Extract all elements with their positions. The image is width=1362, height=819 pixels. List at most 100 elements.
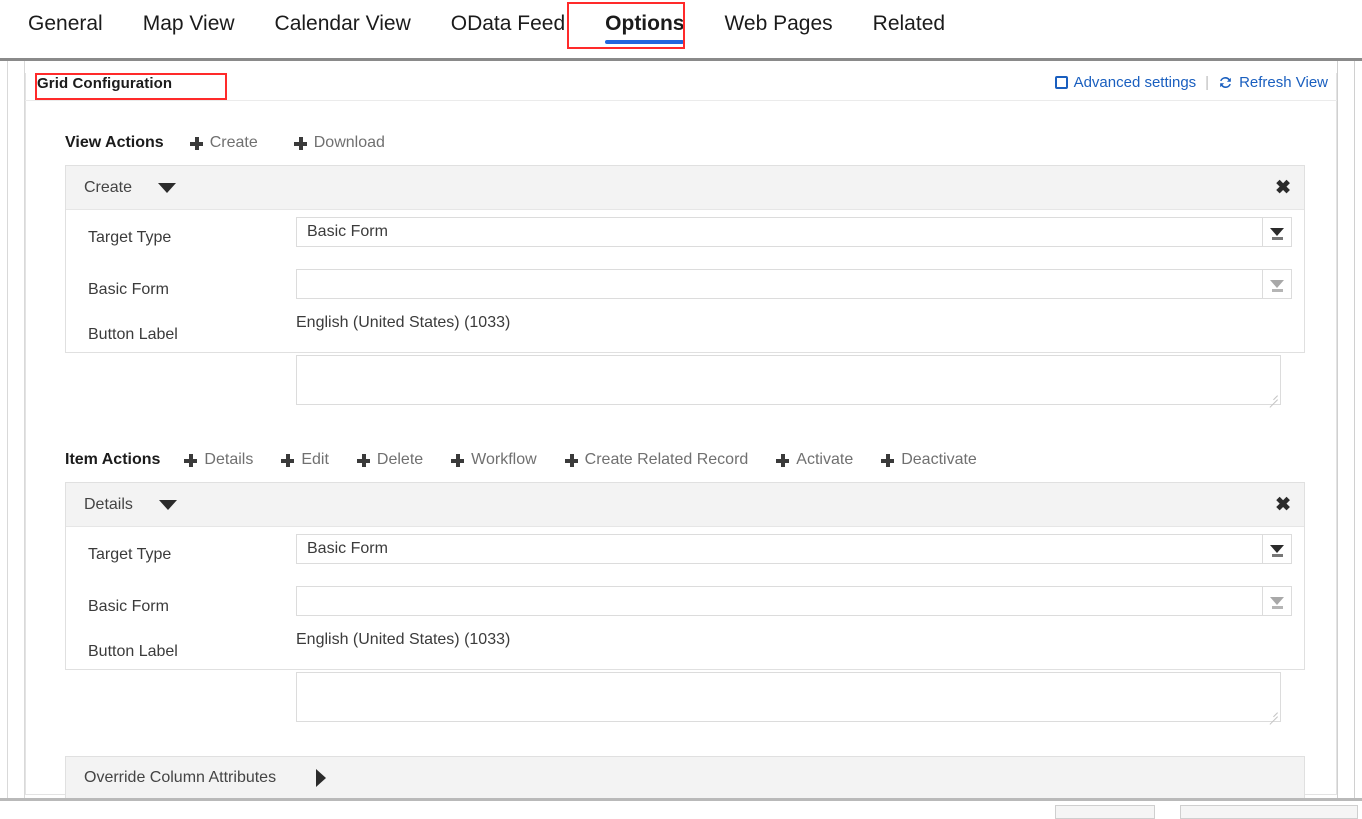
- tab-bar-divider: [0, 58, 1362, 61]
- details-button-label-textarea[interactable]: [296, 672, 1281, 722]
- details-target-type-select[interactable]: Basic Form: [296, 534, 1292, 564]
- create-target-type-value: Basic Form: [297, 223, 388, 241]
- plus-icon: [184, 454, 197, 467]
- section-body: View Actions Create Download Create ✖ Ta…: [25, 101, 1337, 795]
- item-action-create-related-record-button[interactable]: Create Related Record: [565, 451, 749, 469]
- details-language-caption: English (United States) (1033): [296, 631, 510, 649]
- item-actions-title: Item Actions: [65, 451, 160, 469]
- refresh-icon: [1218, 75, 1233, 90]
- item-action-label: Create Related Record: [585, 451, 749, 469]
- details-target-type-value: Basic Form: [297, 540, 388, 558]
- footer-bar: [0, 801, 1362, 811]
- tab-web-pages[interactable]: Web Pages: [710, 0, 846, 38]
- tab-general[interactable]: General: [14, 0, 117, 38]
- item-action-activate-button[interactable]: Activate: [776, 451, 853, 469]
- tab-label: Related: [873, 12, 945, 35]
- chevron-down-icon[interactable]: [1262, 587, 1291, 615]
- create-button-label-textarea[interactable]: [296, 355, 1281, 405]
- override-column-attributes-title: Override Column Attributes: [84, 769, 276, 787]
- item-action-label: Activate: [796, 451, 853, 469]
- advanced-settings-link[interactable]: Advanced settings: [1055, 74, 1197, 91]
- item-action-label: Delete: [377, 451, 423, 469]
- chevron-down-icon[interactable]: [1262, 270, 1291, 298]
- tab-map-view[interactable]: Map View: [129, 0, 249, 38]
- details-target-type-label: Target Type: [88, 546, 171, 564]
- create-card-title: Create: [84, 179, 132, 197]
- tab-options[interactable]: Options: [591, 0, 698, 38]
- tab-calendar-view[interactable]: Calendar View: [261, 0, 425, 38]
- item-action-edit-button[interactable]: Edit: [281, 451, 329, 469]
- advanced-settings-label: Advanced settings: [1074, 74, 1197, 91]
- left-rail-outer: [7, 61, 8, 811]
- details-action-card: Details ✖ Target Type Basic Form Basic F…: [65, 482, 1305, 670]
- tab-label: Map View: [143, 12, 235, 35]
- right-rail-outer: [1354, 61, 1355, 811]
- plus-icon: [881, 454, 894, 467]
- details-button-label-label: Button Label: [88, 643, 178, 661]
- override-column-attributes-bar[interactable]: Override Column Attributes: [65, 756, 1305, 800]
- link-separator: |: [1205, 74, 1209, 91]
- item-action-label: Deactivate: [901, 451, 977, 469]
- tab-label: Calendar View: [275, 12, 411, 35]
- tab-bar: General Map View Calendar View OData Fee…: [0, 0, 1362, 58]
- plus-icon: [294, 137, 307, 150]
- footer-button-right[interactable]: [1180, 805, 1358, 819]
- details-card-title: Details: [84, 496, 133, 514]
- active-tab-underline: [605, 40, 684, 44]
- create-button-label-label: Button Label: [88, 326, 178, 344]
- item-action-label: Edit: [301, 451, 329, 469]
- chevron-down-icon[interactable]: [159, 500, 177, 510]
- create-basic-form-lookup[interactable]: [296, 269, 1292, 299]
- chevron-right-icon[interactable]: [316, 769, 326, 787]
- grid-configuration-header: Grid Configuration Advanced settings | R…: [25, 73, 1337, 101]
- view-action-label: Create: [210, 134, 258, 152]
- create-card-close-button[interactable]: ✖: [1275, 178, 1291, 197]
- view-action-download-button[interactable]: Download: [294, 134, 385, 152]
- item-action-workflow-button[interactable]: Workflow: [451, 451, 537, 469]
- tab-label: OData Feed: [451, 12, 565, 35]
- plus-icon: [451, 454, 464, 467]
- details-card-close-button[interactable]: ✖: [1275, 495, 1291, 514]
- details-basic-form-label: Basic Form: [88, 598, 169, 616]
- item-action-label: Details: [204, 451, 253, 469]
- plus-icon: [281, 454, 294, 467]
- details-card-header[interactable]: Details ✖: [66, 483, 1304, 527]
- chevron-down-icon[interactable]: [1262, 218, 1291, 246]
- section-header-links: Advanced settings | Refresh View: [1055, 74, 1328, 91]
- item-actions-header: Item Actions Details Edit Delete Workflo…: [65, 448, 977, 472]
- create-target-type-select[interactable]: Basic Form: [296, 217, 1292, 247]
- item-action-label: Workflow: [471, 451, 537, 469]
- tab-label: Web Pages: [724, 12, 832, 35]
- checkbox-square-icon: [1055, 76, 1068, 89]
- create-action-card: Create ✖ Target Type Basic Form Basic Fo…: [65, 165, 1305, 353]
- refresh-view-link[interactable]: Refresh View: [1218, 74, 1328, 91]
- chevron-down-icon[interactable]: [158, 183, 176, 193]
- details-basic-form-lookup[interactable]: [296, 586, 1292, 616]
- item-action-deactivate-button[interactable]: Deactivate: [881, 451, 977, 469]
- resize-grip-icon[interactable]: [1266, 390, 1278, 402]
- view-action-create-button[interactable]: Create: [190, 134, 258, 152]
- right-rail-inner: [1337, 61, 1338, 811]
- plus-icon: [357, 454, 370, 467]
- plus-icon: [190, 137, 203, 150]
- tab-label: Options: [605, 12, 684, 35]
- item-action-delete-button[interactable]: Delete: [357, 451, 423, 469]
- create-card-header[interactable]: Create ✖: [66, 166, 1304, 210]
- tab-odata-feed[interactable]: OData Feed: [437, 0, 579, 38]
- tab-related[interactable]: Related: [859, 0, 959, 38]
- section-title: Grid Configuration: [37, 75, 172, 92]
- create-basic-form-label: Basic Form: [88, 281, 169, 299]
- view-actions-header: View Actions Create Download: [65, 131, 385, 155]
- create-language-caption: English (United States) (1033): [296, 314, 510, 332]
- footer-button-left[interactable]: [1055, 805, 1155, 819]
- chevron-down-icon[interactable]: [1262, 535, 1291, 563]
- plus-icon: [565, 454, 578, 467]
- tab-label: General: [28, 12, 103, 35]
- create-target-type-label: Target Type: [88, 229, 171, 247]
- view-actions-title: View Actions: [65, 134, 164, 152]
- item-action-details-button[interactable]: Details: [184, 451, 253, 469]
- refresh-view-label: Refresh View: [1239, 74, 1328, 91]
- resize-grip-icon[interactable]: [1266, 707, 1278, 719]
- plus-icon: [776, 454, 789, 467]
- view-action-label: Download: [314, 134, 385, 152]
